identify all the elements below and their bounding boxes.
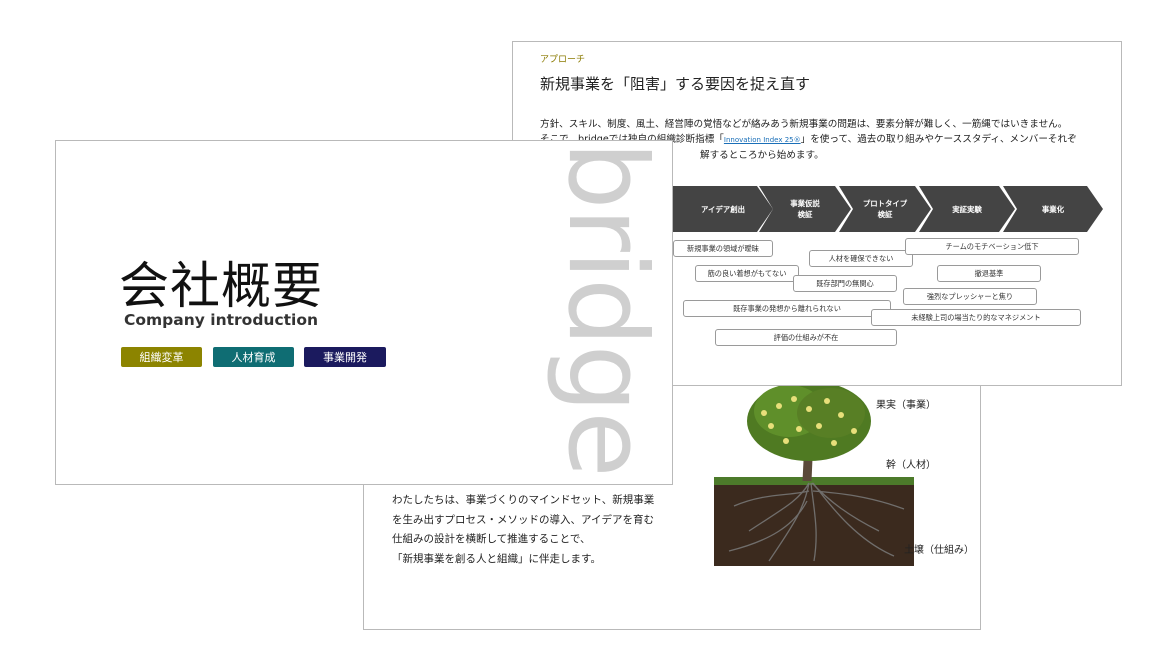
barrier-chip: 人材を確保できない	[809, 250, 913, 267]
stage-arrow: 事業化	[1003, 186, 1103, 232]
barrier-chip: 既存部門の無関心	[793, 275, 897, 292]
tag-talent-development: 人材育成	[213, 347, 294, 367]
back-slide-body: わたしたちは、事業づくりのマインドセット、新規事業 を生み出すプロセス・メソッド…	[392, 491, 654, 569]
barrier-chip: 筋の良い着想がもてない	[695, 265, 799, 282]
barrier-chip: 強烈なプレッシャーと焦り	[903, 288, 1037, 305]
stage-label: 実証実験	[952, 204, 982, 214]
back-text-line: 仕組みの設計を横断して推進することで、	[392, 533, 591, 545]
barrier-chip: 撤退基準	[937, 265, 1041, 282]
stage-label: 事業化	[1041, 204, 1065, 214]
stage-label: 事業仮説 検証	[790, 199, 820, 219]
page-title: 会社概要	[119, 257, 323, 315]
stage-label: アイデア創出	[701, 204, 745, 214]
tree-label-fruit: 果実（事業）	[876, 400, 936, 411]
tree-illustration	[714, 381, 914, 566]
tree-label-trunk: 幹（人材）	[886, 460, 936, 471]
process-stages: アイデア創出 事業仮説 検証 プロトタイプ 検証 実証実験 事業化	[673, 186, 1103, 232]
barrier-chip: チームのモチベーション低下	[905, 238, 1079, 255]
tag-organization-reform: 組織変革	[121, 347, 202, 367]
bridge-watermark: bridge	[544, 141, 666, 476]
barrier-chip: 新規事業の領域が曖昧	[673, 240, 773, 257]
slide-company-intro: bridge 会社概要 Company introduction 組織変革 人材…	[55, 140, 673, 485]
innovation-index-link[interactable]: Innovation Index 25®	[724, 136, 801, 144]
watermark-text: bridge	[544, 141, 666, 476]
body-line: 方針、スキル、制度、風土、経営陣の覚悟などが絡みあう新規事業の問題は、要素分解が…	[540, 119, 1068, 130]
tree-label-soil: 土壌（仕組み）	[904, 545, 974, 556]
stage-arrow: 事業仮説 検証	[759, 186, 851, 232]
stage-arrow: アイデア創出	[673, 186, 773, 232]
stage-arrow: 実証実験	[919, 186, 1015, 232]
back-text-line: を生み出すプロセス・メソッドの導入、アイデアを育む	[392, 513, 654, 526]
back-text-line: わたしたちは、事業づくりのマインドセット、新規事業	[392, 494, 655, 506]
barrier-chip: 評価の仕組みが不在	[715, 329, 897, 346]
slide-title: 新規事業を「阻害」する要因を捉え直す	[540, 75, 811, 93]
stage-arrow: プロトタイプ 検証	[839, 186, 931, 232]
tag-business-development: 事業開発	[304, 347, 386, 367]
barrier-chip: 未経験上司の場当たり的なマネジメント	[871, 309, 1081, 326]
slide-eyebrow: アプローチ	[540, 55, 586, 65]
stage-label: プロトタイプ 検証	[862, 199, 908, 219]
body-line-part: 」を使って、過去の取り組みやケーススタディ、メンバーそれぞ	[800, 134, 1077, 145]
page-subtitle: Company introduction	[124, 311, 319, 329]
back-text-line: 「新規事業を創る人と組織」に伴走します。	[392, 552, 601, 565]
barrier-chip: 既存事業の発想から離れられない	[683, 300, 891, 317]
